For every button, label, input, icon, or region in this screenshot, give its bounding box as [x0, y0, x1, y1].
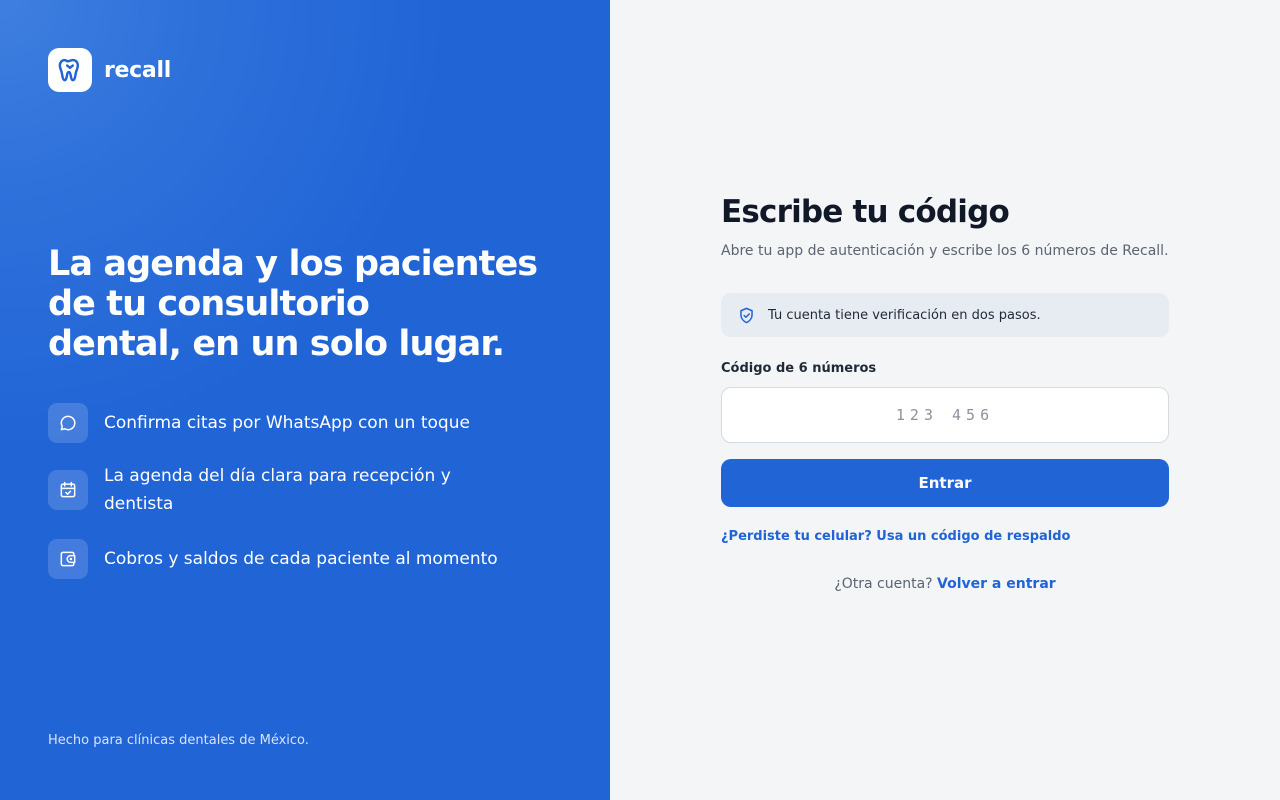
page-title: Escribe tu código — [721, 194, 1010, 230]
feature-item-cobros: Cobros y saldos de cada paciente al mome… — [48, 539, 518, 579]
two-factor-form: Escribe tu código Abre tu app de autenti… — [721, 192, 1169, 592]
other-account-prompt: ¿Otra cuenta? — [834, 576, 933, 592]
shield-check-icon — [737, 306, 756, 325]
headline-line: La agenda y los pacientes — [48, 244, 538, 284]
feature-text: Cobros y saldos de cada paciente al mome… — [104, 549, 498, 569]
other-account-row: ¿Otra cuenta? Volver a entrar — [721, 576, 1169, 592]
brand-name: recall — [104, 57, 171, 83]
brand-panel: recall La agenda y los pacientes de tu c… — [0, 0, 610, 800]
headline-line: dental, en un solo lugar. — [48, 324, 505, 364]
back-to-login-link[interactable]: Volver a entrar — [937, 576, 1056, 592]
hero-headline: La agenda y los pacientes de tu consulto… — [48, 244, 538, 364]
chat-bubble-icon — [48, 403, 88, 443]
wallet-icon — [48, 539, 88, 579]
code-input[interactable] — [721, 387, 1169, 443]
feature-text: Confirma citas por WhatsApp con un toque — [104, 413, 470, 433]
code-field-label: Código de 6 números — [721, 361, 877, 376]
feature-item-agenda: La agenda del día clara para recepción y… — [48, 462, 518, 518]
footer-note: Hecho para clínicas dentales de México. — [48, 733, 309, 748]
calendar-check-icon — [48, 470, 88, 510]
notice-text: Tu cuenta tiene verificación en dos paso… — [768, 307, 1041, 323]
feature-text: La agenda del día clara para recepción y… — [104, 466, 451, 514]
logo: recall — [48, 48, 171, 92]
backup-code-link[interactable]: ¿Perdiste tu celular? Usa un código de r… — [721, 529, 1169, 544]
tooth-icon — [48, 48, 92, 92]
auth-panel: Escribe tu código Abre tu app de autenti… — [610, 0, 1280, 800]
submit-button[interactable]: Entrar — [721, 459, 1169, 507]
headline-line: de tu consultorio — [48, 284, 370, 324]
two-step-notice: Tu cuenta tiene verificación en dos paso… — [721, 293, 1169, 337]
page-subtitle: Abre tu app de autenticación y escribe l… — [721, 243, 1169, 259]
feature-item-whatsapp: Confirma citas por WhatsApp con un toque — [48, 403, 518, 443]
